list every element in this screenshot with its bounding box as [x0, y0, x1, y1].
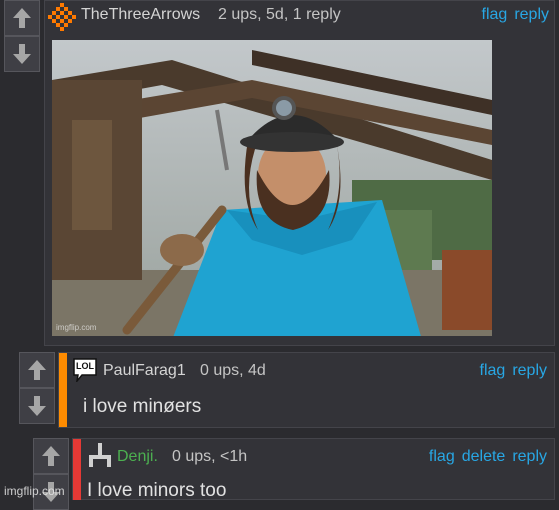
- pixel-avatar-icon: [48, 3, 76, 36]
- comment-indent-bar: [59, 353, 67, 427]
- comment-actions: flag reply: [473, 362, 547, 380]
- up-arrow-icon: [42, 446, 60, 466]
- down-arrow-icon: [13, 44, 31, 64]
- reply-link[interactable]: reply: [514, 6, 549, 23]
- comment-indent-bar: [73, 439, 81, 500]
- comment-text: i love minøers: [83, 396, 202, 417]
- lol-speech-bubble-icon: LOL: [73, 358, 97, 387]
- upvote-button[interactable]: [33, 438, 69, 474]
- flag-link[interactable]: flag: [429, 448, 455, 465]
- delete-link[interactable]: delete: [462, 448, 506, 465]
- comment-username[interactable]: PaulFarag1: [103, 362, 186, 380]
- pixel-figure-icon: [87, 442, 113, 473]
- up-arrow-icon: [28, 360, 46, 380]
- avatar-label: LOL: [76, 361, 94, 371]
- comment-actions: flag reply: [475, 6, 549, 24]
- meme-image[interactable]: imgflip.com: [52, 40, 492, 336]
- page-watermark: imgflip.com: [4, 484, 65, 498]
- comment-text: I love minors too: [87, 480, 227, 501]
- vote-column: [19, 352, 55, 424]
- downvote-button[interactable]: [19, 388, 55, 424]
- flag-link[interactable]: flag: [480, 362, 506, 379]
- upvote-button[interactable]: [19, 352, 55, 388]
- reply-link[interactable]: reply: [512, 448, 547, 465]
- vote-column: [4, 0, 40, 72]
- reply-link[interactable]: reply: [512, 362, 547, 379]
- down-arrow-icon: [28, 396, 46, 416]
- flag-link[interactable]: flag: [482, 6, 508, 23]
- comment-actions: flag delete reply: [422, 448, 547, 466]
- comment-username[interactable]: Denji.: [117, 448, 158, 466]
- downvote-button[interactable]: [4, 36, 40, 72]
- comment-meta: 0 ups, 4d: [200, 362, 266, 379]
- upvote-button[interactable]: [4, 0, 40, 36]
- comment-username[interactable]: TheThreeArrows: [81, 6, 200, 24]
- vote-column: [33, 438, 69, 510]
- comment-meta: 2 ups, 5d, 1 reply: [218, 6, 341, 23]
- image-watermark: imgflip.com: [56, 323, 97, 332]
- up-arrow-icon: [13, 8, 31, 28]
- comment-meta: 0 ups, <1h: [172, 448, 248, 465]
